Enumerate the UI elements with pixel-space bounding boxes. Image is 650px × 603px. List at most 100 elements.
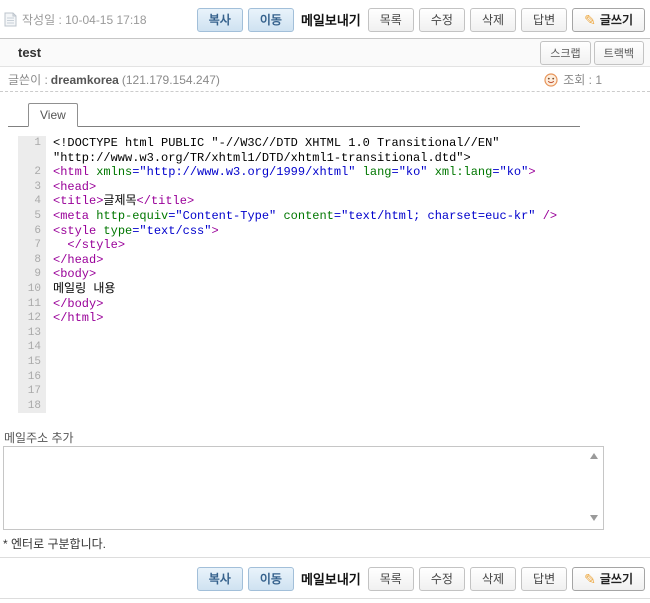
code-row: 3<head> [18, 180, 623, 195]
list-button-label: 목록 [380, 570, 402, 587]
divider-bottom [0, 598, 650, 599]
reply-button-label: 답변 [533, 11, 555, 28]
edit-button[interactable]: 수정 [419, 8, 465, 32]
write-button-label: 글쓰기 [600, 570, 633, 587]
line-number: 3 [18, 180, 46, 195]
tab-strip: View [8, 104, 580, 127]
line-number: 14 [18, 340, 46, 355]
code-line: "http://www.w3.org/TR/xhtml1/DTD/xhtml1-… [46, 151, 471, 166]
write-button[interactable]: ✎글쓰기 [572, 8, 645, 32]
code-line: 메일링 내용 [46, 282, 115, 297]
code-row: 6<style type="text/css"> [18, 224, 623, 239]
code-row: 1<!DOCTYPE html PUBLIC "-//W3C//DTD XHTM… [18, 136, 623, 151]
delete-button[interactable]: 삭제 [470, 567, 516, 591]
line-number [18, 151, 46, 166]
line-number: 18 [18, 399, 46, 414]
code-line [46, 399, 60, 414]
code-line: <title>글제목</title> [46, 194, 194, 209]
mail-note: * 엔터로 구분합니다. [3, 535, 106, 552]
code-line: <!DOCTYPE html PUBLIC "-//W3C//DTD XHTML… [46, 136, 499, 151]
code-row: 15 [18, 355, 623, 370]
code-line [46, 355, 60, 370]
line-number: 8 [18, 253, 46, 268]
author-name: dreamkorea [51, 73, 119, 87]
write-button[interactable]: ✎글쓰기 [572, 567, 645, 591]
line-number: 7 [18, 238, 46, 253]
code-row: 13 [18, 326, 623, 341]
list-button[interactable]: 목록 [368, 8, 414, 32]
delete-button[interactable]: 삭제 [470, 8, 516, 32]
copy-button[interactable]: 복사 [197, 567, 243, 591]
code-row: 11</body> [18, 297, 623, 312]
code-line: </body> [46, 297, 103, 312]
post-title: test [18, 45, 41, 60]
copy-button-label: 복사 [209, 570, 231, 587]
line-number: 11 [18, 297, 46, 312]
line-number: 16 [18, 370, 46, 385]
code-row: 16 [18, 370, 623, 385]
code-line [46, 384, 60, 399]
scroll-down-icon[interactable] [590, 515, 598, 521]
mail-address-label: 메일주소 추가 [4, 429, 74, 446]
line-number: 6 [18, 224, 46, 239]
edit-button-label: 수정 [431, 570, 453, 587]
line-number: 2 [18, 165, 46, 180]
code-row: 2<html xmlns="http://www.w3.org/1999/xht… [18, 165, 623, 180]
code-line [46, 326, 60, 341]
edit-button[interactable]: 수정 [419, 567, 465, 591]
divider-top [0, 557, 650, 558]
author-ip: (121.179.154.247) [122, 73, 220, 87]
code-row: 17 [18, 384, 623, 399]
code-line: <body> [46, 267, 96, 282]
line-number: 10 [18, 282, 46, 297]
code-row: "http://www.w3.org/TR/xhtml1/DTD/xhtml1-… [18, 151, 623, 166]
move-button[interactable]: 이동 [248, 567, 294, 591]
list-button[interactable]: 목록 [368, 567, 414, 591]
code-line: <head> [46, 180, 96, 195]
code-row: 18 [18, 399, 623, 414]
line-number: 5 [18, 209, 46, 224]
post-date: 작성일 : 10-04-15 17:18 [4, 11, 147, 28]
scroll-up-icon[interactable] [590, 453, 598, 459]
reply-button[interactable]: 답변 [521, 8, 567, 32]
tab-view[interactable]: View [28, 103, 78, 127]
code-row: 8</head> [18, 253, 623, 268]
code-row: 12</html> [18, 311, 623, 326]
toolbar-bottom: 복사 이동 메일보내기 목록 수정 삭제답변✎글쓰기 [4, 566, 645, 591]
title-bar: test 스크랩 트랙백 [0, 38, 650, 67]
post-date-label: 작성일 : 10-04-15 17:18 [22, 11, 147, 28]
line-number: 12 [18, 311, 46, 326]
code-line: <style type="text/css"> [46, 224, 219, 239]
line-number: 17 [18, 384, 46, 399]
write-button-label: 글쓰기 [600, 11, 633, 28]
author-row: 글쓴이 : dreamkorea (121.179.154.247) 조회 : … [0, 68, 650, 92]
code-row: 4<title>글제목</title> [18, 194, 623, 209]
reply-button[interactable]: 답변 [521, 567, 567, 591]
scrap-button[interactable]: 스크랩 [540, 41, 590, 65]
send-mail-button[interactable]: 메일보내기 [301, 569, 361, 588]
code-line [46, 370, 60, 385]
code-row: 14 [18, 340, 623, 355]
views-group: 조회 : 1 [544, 71, 602, 88]
code-row: 9<body> [18, 267, 623, 282]
code-line: </style> [46, 238, 125, 253]
send-mail-button[interactable]: 메일보내기 [301, 10, 361, 29]
smiley-icon [544, 73, 558, 87]
views-label: 조회 : 1 [563, 71, 602, 88]
mail-address-input[interactable] [4, 447, 603, 529]
code-line: </html> [46, 311, 103, 326]
post-view-page: 작성일 : 10-04-15 17:18 복사이동메일보내기목록수정삭제답변✎글… [0, 0, 650, 603]
move-button-label: 이동 [260, 11, 282, 28]
move-button[interactable]: 이동 [248, 8, 294, 32]
line-number: 15 [18, 355, 46, 370]
code-row: 5<meta http-equiv="Content-Type" content… [18, 209, 623, 224]
copy-button[interactable]: 복사 [197, 8, 243, 32]
trackback-button[interactable]: 트랙백 [594, 41, 644, 65]
code-line [46, 340, 60, 355]
edit-button-label: 수정 [431, 11, 453, 28]
toolbar-top: 작성일 : 10-04-15 17:18 복사 이동 메일보내기 목록 수정 삭제 답변 ✎글… [4, 7, 645, 32]
code-viewer: 1<!DOCTYPE html PUBLIC "-//W3C//DTD XHTM… [18, 136, 623, 413]
toolbar-top-buttons: 복사 이동 메일보내기 목록 수정 삭제 답변 ✎글쓰기 [197, 8, 645, 32]
title-buttons: 스크랩 트랙백 [540, 41, 644, 65]
document-icon [4, 12, 17, 27]
